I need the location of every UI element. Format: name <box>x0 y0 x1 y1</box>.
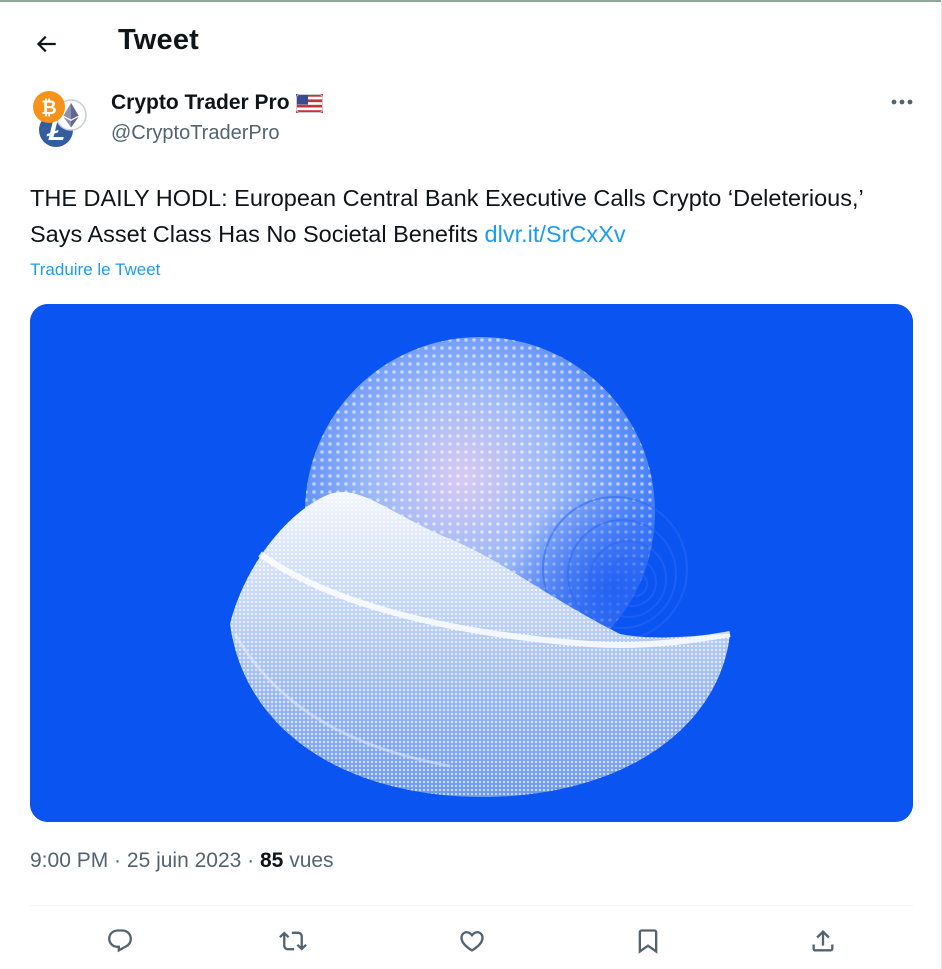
display-name[interactable]: Crypto Trader Pro <box>111 91 290 115</box>
retweet-button[interactable] <box>273 921 313 961</box>
page-title: Tweet <box>118 24 200 56</box>
more-dots-icon <box>891 99 913 105</box>
retweet-icon <box>279 931 307 951</box>
tweet-text: THE DAILY HODL: European Central Bank Ex… <box>30 180 920 252</box>
divider <box>30 905 913 906</box>
views-label: vues <box>283 849 334 872</box>
user-handle[interactable]: @CryptoTraderPro <box>111 122 280 145</box>
like-button[interactable] <box>452 921 492 961</box>
meta-separator: · <box>241 849 260 872</box>
back-button[interactable] <box>28 26 64 62</box>
reply-button[interactable] <box>100 921 140 961</box>
tweet-media-image[interactable] <box>30 304 913 822</box>
name-line: Crypto Trader Pro <box>111 91 323 115</box>
share-button[interactable] <box>803 921 843 961</box>
window-top-border <box>0 0 942 2</box>
back-arrow-icon <box>36 35 56 53</box>
tweet-link[interactable]: dlvr.it/SrCxXv <box>485 221 626 247</box>
tweet-body: THE DAILY HODL: European Central Bank Ex… <box>30 185 863 247</box>
tweet-actions-bar <box>30 913 913 969</box>
views-count: 85 <box>260 849 284 872</box>
svg-text:₿: ₿ <box>41 97 56 119</box>
tweet-meta: 9:00 PM · 25 juin 2023 · 85 vues <box>30 849 334 873</box>
page-header: Tweet <box>0 14 942 70</box>
us-flag-icon <box>295 93 323 113</box>
avatar[interactable]: ₿ <box>30 88 94 152</box>
more-options-button[interactable] <box>884 88 920 116</box>
meta-separator: · <box>108 849 127 872</box>
tweet-date[interactable]: 25 juin 2023 <box>127 849 241 872</box>
dotted-sphere-illustration <box>30 304 913 822</box>
reply-icon <box>108 929 132 953</box>
translate-tweet-link[interactable]: Traduire le Tweet <box>30 260 160 280</box>
heart-icon <box>460 931 484 952</box>
tweet-time[interactable]: 9:00 PM <box>30 849 108 872</box>
tweet-author: ₿ Crypto Trader Pro @CryptoTraderPro <box>30 86 920 156</box>
bookmark-icon <box>638 929 658 954</box>
share-icon <box>812 930 834 952</box>
bookmark-button[interactable] <box>628 921 668 961</box>
